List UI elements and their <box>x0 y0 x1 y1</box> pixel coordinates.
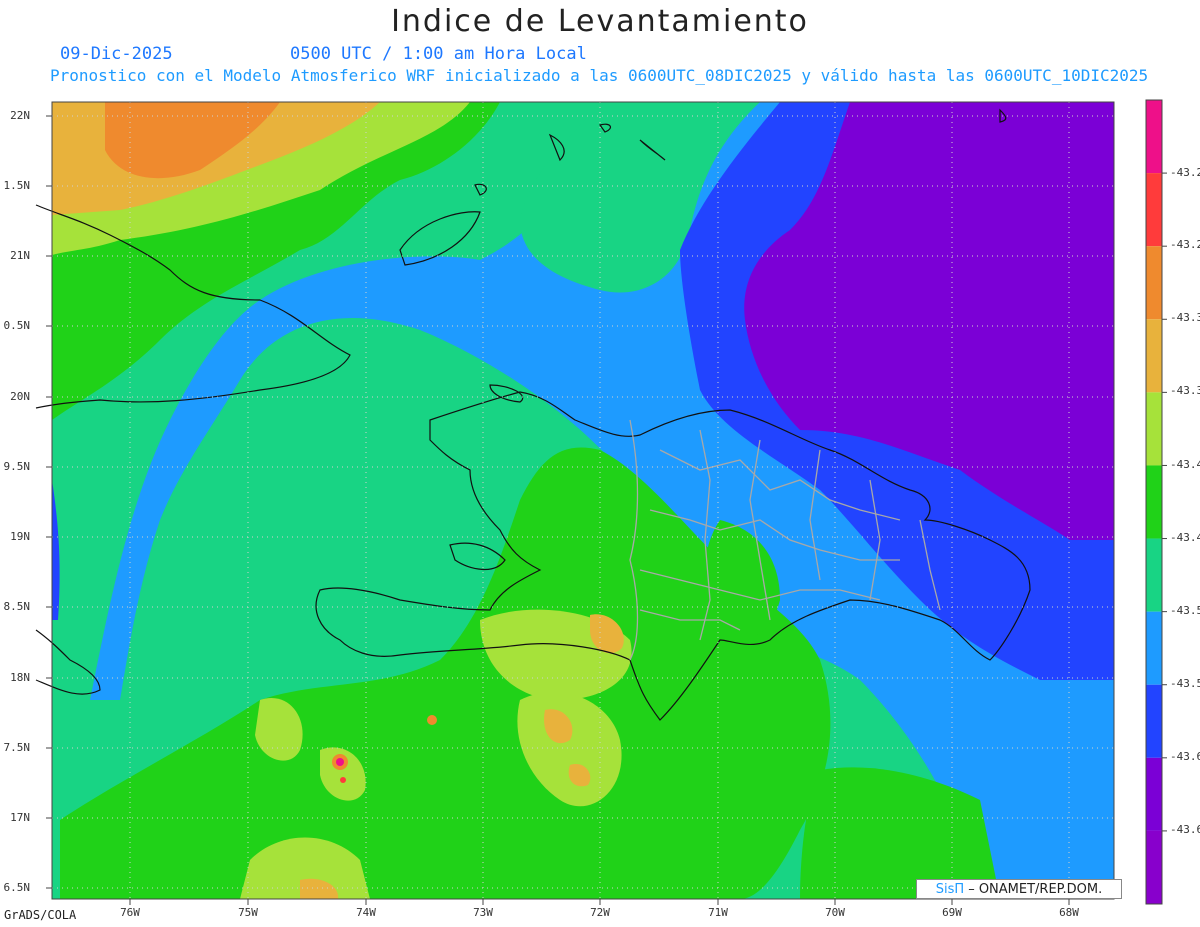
field-red-cell <box>340 777 346 783</box>
lat-label: 6.5N <box>3 881 31 894</box>
colorbar-segment <box>1146 538 1162 612</box>
onamet-credit-box: SisΠ – ONAMET/REP.DOM. <box>916 879 1122 899</box>
lon-label: 69W <box>942 906 962 919</box>
lat-label: 1.5N <box>3 179 31 192</box>
onamet-credit-text: – ONAMET/REP.DOM. <box>968 881 1103 897</box>
colorbar-label: -43.2 <box>1170 166 1200 179</box>
colorbar-segment <box>1146 173 1162 247</box>
colorbar-label: -43.6 <box>1170 823 1200 836</box>
colorbar-label: -43.4 <box>1170 458 1200 471</box>
lat-label: 20N <box>10 390 30 403</box>
field-layer <box>52 102 1114 899</box>
colorbar-segment <box>1146 392 1162 466</box>
colorbar-label: -43.3 <box>1170 311 1200 324</box>
colorbar-segment <box>1146 246 1162 320</box>
lon-label: 68W <box>1059 906 1079 919</box>
colorbar-segment <box>1146 611 1162 685</box>
colorbar-label: -43.6 <box>1170 750 1200 763</box>
colorbar-label: -43.2 <box>1170 238 1200 251</box>
lifted-index-map <box>35 99 1167 905</box>
lat-label: 19N <box>10 530 30 543</box>
lat-label: 17N <box>10 811 30 824</box>
lat-label: 18N <box>10 671 30 684</box>
lat-label: 22N <box>10 109 30 122</box>
field-magenta-cell <box>336 758 344 766</box>
lon-label: 75W <box>238 906 258 919</box>
lon-label: 76W <box>120 906 140 919</box>
colorbar-label: -43.3 <box>1170 384 1200 397</box>
colorbar <box>1145 99 1167 905</box>
colorbar-label: -43.5 <box>1170 677 1200 690</box>
colorbar-segment <box>1146 757 1162 831</box>
colorbar-label: -43.5 <box>1170 604 1200 617</box>
field-orange-cell2 <box>427 715 437 725</box>
lat-label: 8.5N <box>3 600 31 613</box>
colorbar-segment <box>1146 100 1162 174</box>
lon-label: 73W <box>473 906 493 919</box>
grads-credit: GrADS/COLA <box>4 908 77 922</box>
colorbar-segment <box>1146 684 1162 758</box>
lon-label: 74W <box>356 906 376 919</box>
lon-label: 70W <box>825 906 845 919</box>
colorbar-segment <box>1146 465 1162 539</box>
lon-label: 71W <box>708 906 728 919</box>
lat-label: 0.5N <box>3 319 31 332</box>
colorbar-segment <box>1146 830 1162 904</box>
lat-label: 9.5N <box>3 460 31 473</box>
lat-label: 7.5N <box>3 741 31 754</box>
lat-label: 21N <box>10 249 30 262</box>
sispi-logo: SisΠ <box>935 881 965 897</box>
colorbar-label: -43.4 <box>1170 531 1200 544</box>
lon-label: 72W <box>590 906 610 919</box>
colorbar-segment <box>1146 319 1162 393</box>
